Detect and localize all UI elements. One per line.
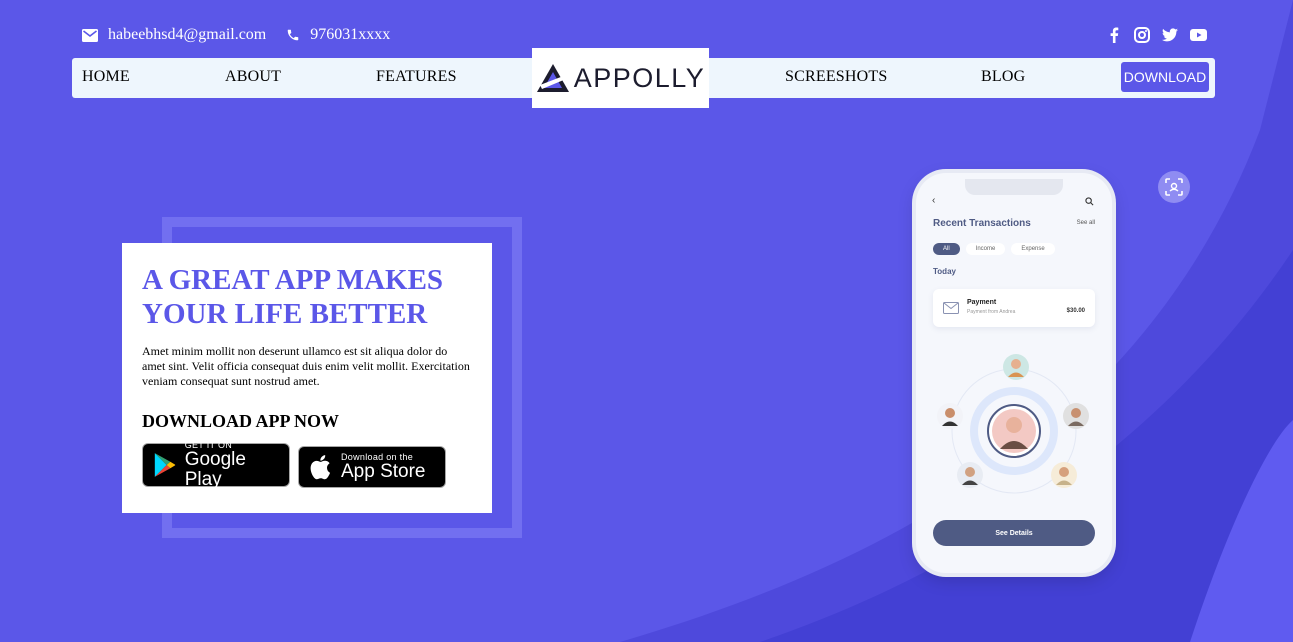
nav-features[interactable]: FEATURES — [376, 68, 457, 86]
youtube-icon[interactable] — [1189, 26, 1207, 44]
download-cta: DOWNLOAD APP NOW — [142, 411, 340, 431]
envelope-icon — [943, 302, 959, 314]
nav-about[interactable]: ABOUT — [225, 68, 281, 86]
phone-icon — [288, 29, 299, 41]
back-arrow-icon[interactable]: ‹ — [932, 195, 935, 206]
phone-contact[interactable]: 976031xxxx — [286, 26, 390, 44]
app-store-big: App Store — [341, 461, 426, 482]
phone-mockup: ‹ Recent Transactions See all All Income… — [916, 173, 1112, 573]
download-button[interactable]: DOWNLOAD — [1121, 62, 1209, 92]
contacts-orbit — [937, 354, 1089, 494]
search-icon[interactable] — [1085, 197, 1094, 206]
phone-top-bar: ‹ — [930, 195, 1098, 209]
hero-headline: A GREAT APP MAKES YOUR LIFE BETTER — [142, 263, 472, 331]
contact-bar: habeebhsd4@gmail.com 976031xxxx — [82, 26, 410, 44]
headline-line-1: A GREAT APP MAKES — [142, 264, 444, 296]
see-details-button[interactable]: See Details — [933, 520, 1095, 546]
payment-card[interactable]: Payment Payment from Andrea $30.00 — [933, 289, 1095, 327]
phone-notch — [965, 179, 1063, 195]
payment-subtitle: Payment from Andrea — [967, 309, 1016, 315]
logo[interactable]: APPOLLY — [532, 48, 709, 108]
google-play-big: Google Play — [184, 449, 246, 490]
email-contact[interactable]: habeebhsd4@gmail.com — [82, 26, 266, 44]
instagram-icon[interactable] — [1133, 26, 1151, 44]
payment-amount: $30.00 — [1066, 308, 1085, 314]
chip-expense[interactable]: Expense — [1011, 243, 1055, 255]
facebook-icon[interactable] — [1105, 26, 1123, 44]
hero-body: Amet minim mollit non deserunt ullamco e… — [142, 344, 470, 388]
app-store-button[interactable]: Download on the App Store — [298, 446, 446, 488]
appolly-logo-icon — [536, 64, 569, 92]
filter-chips: All Income Expense — [933, 243, 1061, 255]
scan-icon[interactable] — [1158, 171, 1190, 203]
chip-income[interactable]: Income — [965, 243, 1006, 255]
today-label: Today — [933, 267, 956, 276]
nav-home[interactable]: HOME — [82, 68, 130, 86]
transactions-title: Recent Transactions — [933, 218, 1031, 229]
logo-text: APPOLLY — [573, 62, 706, 93]
hero-card: A GREAT APP MAKES YOUR LIFE BETTER Amet … — [122, 243, 492, 513]
see-all-link[interactable]: See all — [1077, 220, 1095, 226]
twitter-icon[interactable] — [1161, 26, 1179, 44]
chip-all[interactable]: All — [933, 243, 960, 255]
store-buttons: GET IT ON Google Play Download on the Ap… — [142, 440, 472, 490]
payment-title: Payment — [967, 299, 997, 306]
google-play-icon — [154, 453, 176, 477]
nav-screenshots[interactable]: SCREESHOTS — [785, 68, 887, 86]
google-play-button[interactable]: GET IT ON Google Play — [142, 440, 290, 490]
mail-icon — [82, 28, 98, 42]
email-text: habeebhsd4@gmail.com — [108, 26, 267, 43]
nav-blog[interactable]: BLOG — [981, 68, 1025, 86]
apple-icon — [310, 455, 331, 480]
social-links — [1095, 26, 1207, 44]
phone-text: 976031xxxx — [310, 26, 391, 43]
headline-line-2: YOUR LIFE BETTER — [142, 298, 428, 330]
